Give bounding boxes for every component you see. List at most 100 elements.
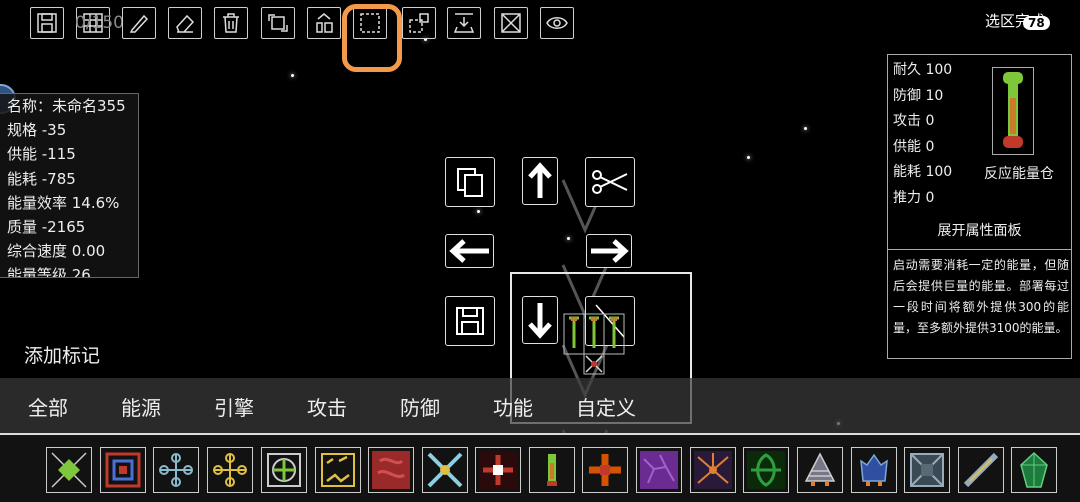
prop-supply: 供能 0 bbox=[893, 139, 935, 155]
expand-properties-button[interactable]: 展开属性面板 bbox=[888, 220, 1071, 240]
maze-core-icon bbox=[105, 452, 141, 488]
part-name: 反应能量仓 bbox=[984, 166, 1054, 182]
add-tag-button[interactable]: 添加标记 bbox=[24, 341, 100, 368]
selected-tool-highlight bbox=[342, 4, 402, 72]
red-armor-icon bbox=[372, 451, 410, 489]
tab-custom[interactable]: 自定义 bbox=[576, 392, 636, 421]
prop-thrust: 推力 0 bbox=[893, 190, 935, 206]
prop-defense: 防御 10 bbox=[893, 88, 944, 104]
tab-function[interactable]: 功能 bbox=[493, 392, 533, 421]
arrow-up-icon bbox=[528, 162, 552, 198]
part-slot[interactable] bbox=[422, 447, 468, 493]
energy-cell-icon bbox=[1003, 72, 1023, 148]
selected-energy-parts[interactable] bbox=[562, 312, 628, 378]
red-cross-core-icon bbox=[479, 451, 517, 489]
pencil-tool-button[interactable] bbox=[122, 7, 156, 39]
prop-consumption: 能耗 100 bbox=[893, 164, 953, 180]
import-tool-button[interactable] bbox=[447, 7, 481, 39]
part-slot[interactable] bbox=[315, 447, 361, 493]
copy-button[interactable] bbox=[445, 157, 495, 207]
tab-engine[interactable]: 引擎 bbox=[214, 392, 254, 421]
lightning-icon bbox=[321, 453, 355, 487]
purple-armor-icon bbox=[640, 451, 678, 489]
cross-node-icon bbox=[159, 453, 193, 487]
cone-thruster-icon bbox=[804, 452, 836, 486]
part-slot[interactable] bbox=[207, 447, 253, 493]
part-slot[interactable] bbox=[1011, 447, 1057, 493]
orange-web-icon bbox=[694, 451, 732, 489]
rotate-tool-button[interactable] bbox=[261, 7, 295, 39]
star bbox=[747, 156, 750, 159]
part-slot[interactable] bbox=[582, 447, 628, 493]
star bbox=[804, 127, 807, 130]
part-slot[interactable] bbox=[797, 447, 843, 493]
green-leaf-icon bbox=[747, 451, 785, 489]
part-slot[interactable] bbox=[690, 447, 736, 493]
category-tabs: 全部 能源 引擎 攻击 防御 功能 自定义 bbox=[0, 378, 1080, 433]
save-icon bbox=[456, 307, 484, 335]
rail-gun-icon bbox=[963, 452, 999, 488]
close-tool-button[interactable] bbox=[494, 7, 528, 39]
tab-all[interactable]: 全部 bbox=[28, 392, 68, 421]
steel-frame-icon bbox=[910, 453, 944, 487]
part-slot[interactable] bbox=[743, 447, 789, 493]
orange-cross-icon bbox=[589, 454, 621, 486]
arrow-down-icon bbox=[528, 303, 552, 339]
blue-ship-icon bbox=[860, 453, 888, 486]
move-right-button[interactable] bbox=[586, 234, 632, 268]
part-slot[interactable] bbox=[368, 447, 414, 493]
close-icon bbox=[501, 13, 521, 33]
part-slot[interactable] bbox=[46, 447, 92, 493]
tab-attack[interactable]: 攻击 bbox=[307, 392, 347, 421]
move-left-button[interactable] bbox=[445, 234, 494, 268]
parts-palette bbox=[0, 433, 1080, 502]
stat-speed: 综合速度 0.00 bbox=[7, 242, 106, 261]
save-selection-button[interactable] bbox=[445, 296, 495, 346]
part-slot[interactable] bbox=[529, 447, 575, 493]
part-slot[interactable] bbox=[904, 447, 950, 493]
pencil-icon bbox=[129, 14, 149, 33]
part-counter: 0/150 bbox=[75, 13, 124, 33]
diamond-core-icon bbox=[51, 452, 87, 488]
energy-cell-icon bbox=[547, 454, 557, 486]
part-slot[interactable] bbox=[636, 447, 682, 493]
stat-consumption: 能耗 -785 bbox=[7, 169, 76, 188]
part-slot[interactable] bbox=[153, 447, 199, 493]
part-slot[interactable] bbox=[475, 447, 521, 493]
trash-tool-button[interactable] bbox=[214, 7, 248, 39]
stat-energy-level: 能量等级 26 bbox=[7, 266, 91, 278]
flip-icon bbox=[316, 13, 333, 33]
stat-mass: 质量 -2165 bbox=[7, 218, 86, 237]
yellow-cross-icon bbox=[213, 453, 247, 487]
import-icon bbox=[453, 13, 475, 33]
rotate-icon bbox=[268, 14, 288, 32]
prop-attack: 攻击 0 bbox=[893, 113, 935, 129]
part-slot[interactable] bbox=[100, 447, 146, 493]
tab-energy[interactable]: 能源 bbox=[121, 392, 161, 421]
part-slot[interactable] bbox=[261, 447, 307, 493]
star bbox=[291, 74, 294, 77]
stat-efficiency: 能量效率 14.6% bbox=[7, 193, 120, 212]
arrow-left-icon bbox=[448, 239, 489, 263]
x-thruster-icon bbox=[427, 452, 463, 488]
part-slot[interactable] bbox=[958, 447, 1004, 493]
stat-name: 名称：未命名355 bbox=[7, 97, 126, 115]
eye-tool-button[interactable] bbox=[540, 7, 574, 39]
divider bbox=[888, 249, 1071, 250]
move-up-button[interactable] bbox=[522, 157, 558, 205]
flip-tool-button[interactable] bbox=[307, 7, 341, 39]
part-description: 启动需要消耗一定的能量，但随后会提供巨量的能量。部署每过一段时间将额外提供300… bbox=[893, 258, 1069, 335]
copy-icon bbox=[457, 168, 483, 197]
cut-button[interactable] bbox=[585, 157, 635, 207]
move-down-button[interactable] bbox=[522, 296, 558, 344]
save-tool-button[interactable] bbox=[30, 7, 64, 39]
copy-select-tool-button[interactable] bbox=[402, 7, 436, 39]
selection-count-badge: 78 bbox=[1023, 16, 1050, 30]
stat-supply: 供能 -115 bbox=[7, 145, 76, 164]
part-slot[interactable] bbox=[851, 447, 897, 493]
tab-defense[interactable]: 防御 bbox=[400, 392, 440, 421]
save-icon bbox=[37, 13, 57, 33]
eraser-tool-button[interactable] bbox=[168, 7, 202, 39]
green-crystal-icon bbox=[1020, 451, 1048, 488]
part-thumbnail bbox=[992, 67, 1034, 155]
